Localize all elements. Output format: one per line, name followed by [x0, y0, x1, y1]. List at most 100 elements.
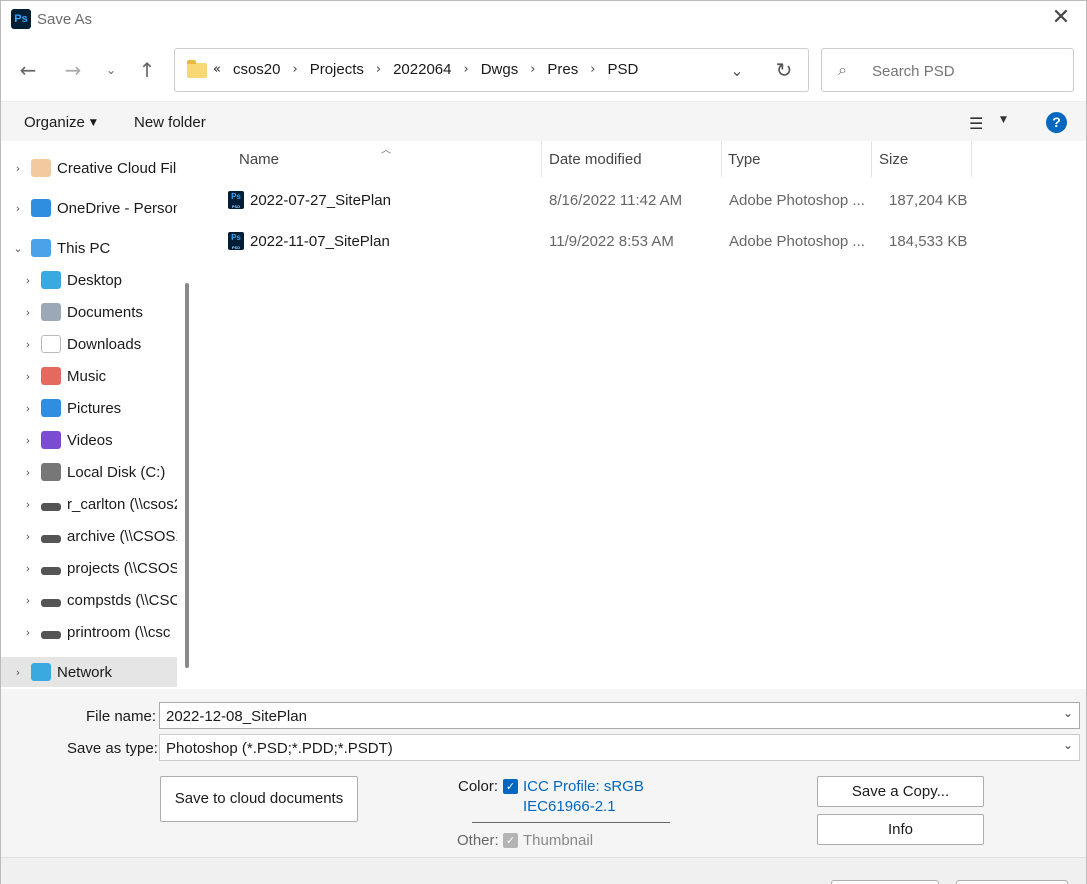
- save-to-cloud-button[interactable]: Save to cloud documents: [160, 776, 358, 822]
- address-dropdown-chevron-icon[interactable]: ⌄: [725, 59, 749, 83]
- thumbnail-checkbox: ✓: [503, 833, 518, 848]
- column-header-date[interactable]: Date modified: [549, 141, 642, 177]
- nav-item[interactable]: › Downloads: [1, 329, 177, 359]
- nav-item[interactable]: › Local Disk (C:): [1, 457, 177, 487]
- chevron-right-icon[interactable]: ›: [11, 202, 25, 215]
- breadcrumb-separator-icon[interactable]: ›: [376, 62, 381, 77]
- chevron-right-icon[interactable]: ›: [21, 402, 35, 415]
- network-drive-icon: [41, 599, 61, 607]
- save-button[interactable]: [831, 880, 939, 884]
- refresh-icon[interactable]: ↻: [771, 57, 797, 83]
- scroll-thumb[interactable]: [185, 283, 189, 668]
- chevron-right-icon[interactable]: ›: [21, 274, 35, 287]
- file-row[interactable]: Ps 2022-07-27_SitePlan 8/16/2022 11:42 A…: [221, 181, 981, 221]
- recent-locations-chevron-icon[interactable]: ⌄: [98, 57, 124, 83]
- breadcrumb-item[interactable]: Projects: [310, 61, 364, 78]
- chevron-right-icon[interactable]: ›: [11, 162, 25, 175]
- chevron-right-icon[interactable]: ›: [21, 338, 35, 351]
- breadcrumb-separator-icon[interactable]: ›: [590, 62, 595, 77]
- breadcrumb-separator-icon[interactable]: ›: [530, 62, 535, 77]
- file-size: 187,204 KB: [889, 192, 968, 209]
- nav-item-label: compstds (\\CSC: [67, 591, 177, 609]
- breadcrumb-item[interactable]: 2022064: [393, 61, 451, 78]
- chevron-right-icon[interactable]: ›: [11, 666, 25, 679]
- psd-file-icon: Ps: [228, 191, 244, 209]
- chevron-right-icon[interactable]: ›: [21, 370, 35, 383]
- view-list-icon[interactable]: ☰: [969, 114, 989, 133]
- chevron-down-icon[interactable]: ⌄: [1063, 738, 1073, 752]
- photoshop-icon: Ps: [11, 9, 31, 29]
- save-as-dialog: Ps Save As ✕ ← → ⌄ ↑ « csos20 › Projects…: [0, 0, 1087, 884]
- save-a-copy-button[interactable]: Save a Copy...: [817, 776, 984, 807]
- nav-item[interactable]: › Network: [1, 657, 177, 687]
- nav-item-label: Network: [57, 663, 113, 681]
- organize-label: Organize: [24, 114, 85, 131]
- help-icon[interactable]: ?: [1046, 112, 1067, 133]
- chevron-right-icon[interactable]: ›: [21, 626, 35, 639]
- column-header-name[interactable]: Name: [239, 141, 279, 177]
- nav-item-label: Desktop: [67, 271, 123, 289]
- column-header-type[interactable]: Type: [728, 141, 761, 177]
- organize-button[interactable]: Organize ▼: [24, 114, 97, 131]
- search-input[interactable]: [872, 61, 1062, 81]
- column-divider[interactable]: [721, 141, 722, 177]
- file-name-value[interactable]: 2022-12-08_SitePlan: [166, 708, 307, 725]
- breadcrumb-overflow[interactable]: «: [213, 62, 221, 77]
- close-icon[interactable]: ✕: [1050, 7, 1072, 29]
- column-header-size[interactable]: Size: [879, 141, 908, 177]
- save-type-select[interactable]: Photoshop (*.PSD;*.PDD;*.PSDT) ⌄: [159, 734, 1080, 761]
- breadcrumb-item[interactable]: PSD: [607, 61, 638, 78]
- icc-profile-checkbox[interactable]: ✓: [503, 779, 518, 794]
- search-box[interactable]: ⌕: [821, 48, 1074, 92]
- breadcrumb-separator-icon[interactable]: ›: [464, 62, 469, 77]
- nav-item[interactable]: › Music: [1, 361, 177, 391]
- nav-item[interactable]: ⌄ This PC: [1, 233, 177, 263]
- nav-item[interactable]: › archive (\\CSOS1: [1, 521, 177, 551]
- command-bar: Organize ▼ New folder ☰ ▼ ?: [1, 101, 1086, 141]
- new-folder-button[interactable]: New folder: [134, 114, 206, 131]
- chevron-right-icon[interactable]: ›: [21, 498, 35, 511]
- chevron-right-icon[interactable]: ›: [21, 466, 35, 479]
- back-arrow-icon[interactable]: ←: [15, 57, 41, 83]
- address-bar[interactable]: « csos20 › Projects › 2022064 › Dwgs › P…: [174, 48, 809, 92]
- network-drive-icon: [41, 535, 61, 543]
- breadcrumb-item[interactable]: Dwgs: [481, 61, 519, 78]
- info-button[interactable]: Info: [817, 814, 984, 845]
- chevron-right-icon[interactable]: ›: [21, 434, 35, 447]
- save-options-panel: File name: 2022-12-08_SitePlan ⌄ Save as…: [1, 689, 1086, 857]
- breadcrumb-item[interactable]: Pres: [547, 61, 578, 78]
- creative-cloud-icon: [31, 159, 51, 177]
- nav-item[interactable]: › Creative Cloud Files: [1, 153, 177, 183]
- nav-item[interactable]: › projects (\\CSOS: [1, 553, 177, 583]
- nav-item[interactable]: › OneDrive - Personal: [1, 193, 177, 223]
- chevron-right-icon[interactable]: ›: [21, 530, 35, 543]
- chevron-right-icon[interactable]: ›: [21, 562, 35, 575]
- file-row[interactable]: Ps 2022-11-07_SitePlan 11/9/2022 8:53 AM…: [221, 222, 981, 262]
- chevron-down-icon[interactable]: ⌄: [11, 242, 25, 255]
- column-divider[interactable]: [971, 141, 972, 177]
- breadcrumb-item[interactable]: csos20: [233, 61, 281, 78]
- nav-item[interactable]: › compstds (\\CSC: [1, 585, 177, 615]
- nav-item[interactable]: › r_carlton (\\csos20: [1, 489, 177, 519]
- chevron-down-icon[interactable]: ⌄: [1063, 706, 1073, 720]
- chevron-right-icon[interactable]: ›: [21, 594, 35, 607]
- file-name-field[interactable]: 2022-12-08_SitePlan ⌄: [159, 702, 1080, 729]
- music-icon: [41, 367, 61, 385]
- nav-item[interactable]: › Pictures: [1, 393, 177, 423]
- column-divider[interactable]: [541, 141, 542, 177]
- nav-item-label: archive (\\CSOS1: [67, 527, 177, 545]
- documents-icon: [41, 303, 61, 321]
- nav-item[interactable]: › Documents: [1, 297, 177, 327]
- nav-item[interactable]: › Desktop: [1, 265, 177, 295]
- file-name-label: File name:: [86, 708, 157, 725]
- breadcrumb-separator-icon[interactable]: ›: [293, 62, 298, 77]
- nav-item[interactable]: › printroom (\\csc: [1, 617, 177, 647]
- cancel-button[interactable]: [956, 880, 1068, 884]
- up-arrow-icon[interactable]: ↑: [134, 57, 160, 83]
- chevron-right-icon[interactable]: ›: [21, 306, 35, 319]
- view-caret-down-icon[interactable]: ▼: [1000, 115, 1007, 125]
- nav-item[interactable]: › Videos: [1, 425, 177, 455]
- nav-scrollbar[interactable]: [183, 141, 191, 671]
- column-divider[interactable]: [871, 141, 872, 177]
- forward-arrow-icon[interactable]: →: [60, 57, 86, 83]
